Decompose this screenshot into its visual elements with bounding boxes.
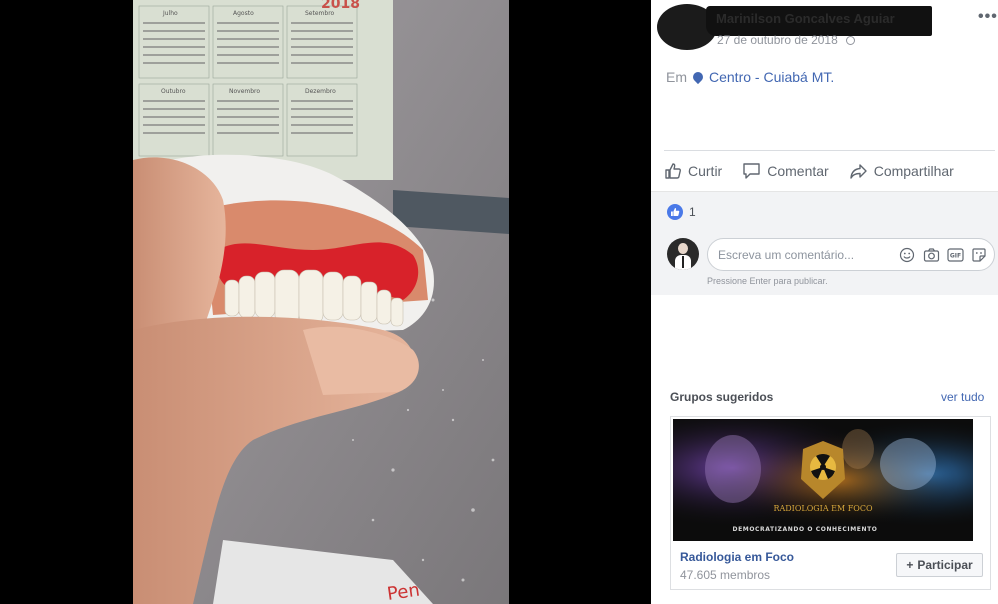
location-link[interactable]: Centro - Cuiabá MT. <box>709 69 834 85</box>
globe-icon <box>845 36 855 45</box>
comment-input[interactable] <box>718 245 888 265</box>
enter-hint: Pressione Enter para publicar. <box>707 276 828 286</box>
calendar-year: 2018 <box>321 0 360 12</box>
group-member-count: 47.605 membros <box>680 568 771 582</box>
emoji-icon[interactable] <box>898 246 916 264</box>
author-name[interactable]: Marinilson Goncalves Aguiar <box>716 11 895 26</box>
group-name-link[interactable]: Radiologia em Foco <box>680 550 794 564</box>
share-label: Compartilhar <box>873 163 954 179</box>
calendar-month-2: Agosto <box>233 10 254 17</box>
cover-tagline: DEMOCRATIZANDO O CONHECIMENTO <box>732 526 877 533</box>
suggested-groups-title: Grupos sugeridos <box>670 390 774 404</box>
join-label: Participar <box>917 558 973 572</box>
camera-icon[interactable] <box>922 246 940 264</box>
gif-label: GIF <box>949 253 960 260</box>
post-actions: Curtir Comentar Compartilhar <box>664 150 995 191</box>
feedback-section: 1 GIF Pressione Enter para p <box>651 191 998 295</box>
composer-icons: GIF <box>892 246 988 264</box>
post-photo[interactable]: Julho Agosto Setembro Outubro Novembro D… <box>133 0 509 604</box>
post-side-panel: Marinilson Goncalves Aguiar 27 de outubr… <box>651 0 998 604</box>
post-date[interactable]: 27 de outubro de 2018 <box>717 33 855 47</box>
suggested-group-card: RADIOLOGIA EM FOCO DEMOCRATIZANDO O CONH… <box>670 416 991 590</box>
share-button[interactable]: Compartilhar <box>849 162 954 180</box>
like-button[interactable]: Curtir <box>664 162 722 180</box>
more-options-button[interactable]: ••• <box>978 8 998 26</box>
group-cover-image[interactable]: RADIOLOGIA EM FOCO DEMOCRATIZANDO O CONH… <box>673 419 973 541</box>
plus-icon: + <box>906 558 914 572</box>
like-count: 1 <box>689 205 696 219</box>
post-header: Marinilson Goncalves Aguiar 27 de outubr… <box>651 0 998 150</box>
comment-bubble-icon <box>743 163 760 179</box>
like-reaction-icon <box>667 204 683 220</box>
svg-text:Pen: Pen <box>386 580 421 604</box>
location-prefix: Em <box>666 69 687 85</box>
share-arrow-icon <box>850 164 867 179</box>
calendar-month-6: Dezembro <box>305 88 336 95</box>
calendar-month-5: Novembro <box>229 88 260 95</box>
commenter-avatar <box>667 238 699 270</box>
join-group-button[interactable]: + Participar <box>896 553 983 577</box>
see-all-link[interactable]: ver tudo <box>941 390 984 404</box>
cover-logo-text: RADIOLOGIA EM FOCO <box>773 504 872 513</box>
group-cover-illustration: RADIOLOGIA EM FOCO DEMOCRATIZANDO O CONH… <box>673 419 973 541</box>
comment-button[interactable]: Comentar <box>742 162 829 180</box>
calendar-month-1: Julho <box>162 10 178 17</box>
post-date-text: 27 de outubro de 2018 <box>717 33 838 47</box>
like-label: Curtir <box>688 163 723 179</box>
gif-icon[interactable]: GIF <box>946 246 964 264</box>
calendar-month-4: Outubro <box>161 88 186 95</box>
photo-illustration: Julho Agosto Setembro Outubro Novembro D… <box>133 0 509 604</box>
comment-composer: GIF <box>707 238 995 271</box>
photo-viewer: Julho Agosto Setembro Outubro Novembro D… <box>0 0 651 604</box>
thumbs-up-icon <box>665 163 681 179</box>
reaction-summary[interactable]: 1 <box>667 204 696 220</box>
comment-label: Comentar <box>767 163 829 179</box>
sticker-icon[interactable] <box>970 246 988 264</box>
location-pin-icon <box>690 69 706 85</box>
post-location: Em Centro - Cuiabá MT. <box>666 69 834 85</box>
